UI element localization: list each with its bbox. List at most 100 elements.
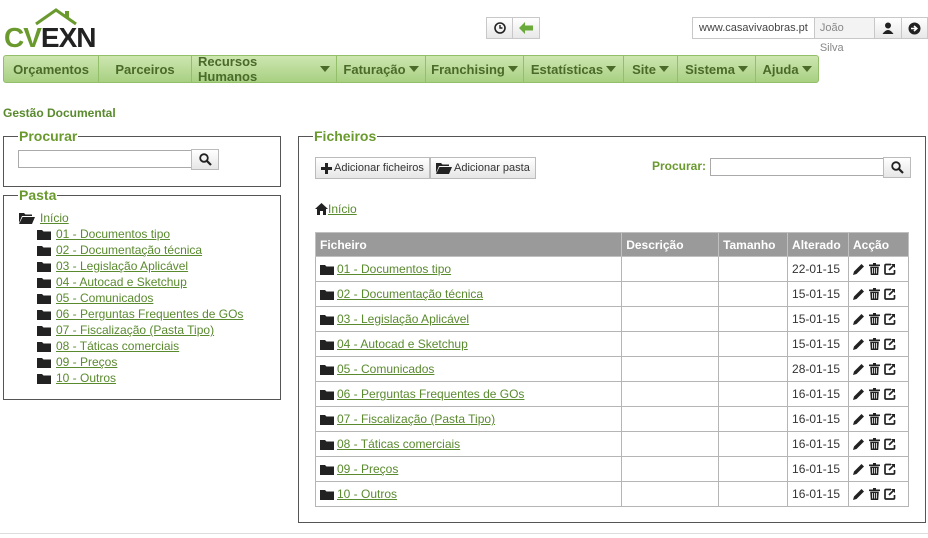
pencil-icon[interactable] [853, 263, 865, 275]
logo[interactable]: CVEXN [4, 8, 96, 52]
logout-button[interactable] [901, 17, 928, 39]
table-row[interactable]: 04 - Autocad e Sketchup 15-01-15 [314, 331, 909, 357]
tree-item-link[interactable]: 03 - Legislação Aplicável [56, 259, 188, 273]
add-folder-button[interactable]: Adicionar pasta [430, 157, 536, 179]
trash-icon[interactable] [869, 438, 881, 450]
tree-item-link[interactable]: 09 - Preços [56, 355, 117, 369]
home-icon [315, 203, 328, 215]
tree-item[interactable]: 07 - Fiscalização (Pasta Tipo) [19, 322, 243, 338]
file-link[interactable]: 04 - Autocad e Sketchup [337, 337, 468, 351]
move-icon[interactable] [884, 488, 896, 500]
tree-item-link[interactable]: 05 - Comunicados [56, 291, 153, 305]
move-icon[interactable] [884, 388, 896, 400]
file-link[interactable]: 05 - Comunicados [337, 362, 434, 376]
col-alterado[interactable]: Alterado [787, 232, 850, 257]
tree-item-link[interactable]: 02 - Documentação técnica [56, 243, 202, 257]
pencil-icon[interactable] [853, 338, 865, 350]
tree-item[interactable]: 03 - Legislação Aplicável [19, 258, 243, 274]
pencil-icon[interactable] [853, 413, 865, 425]
move-icon[interactable] [884, 263, 896, 275]
table-row[interactable]: 08 - Táticas comerciais 16-01-15 [314, 431, 909, 457]
tree-item[interactable]: 09 - Preços [19, 354, 243, 370]
col-descricao[interactable]: Descrição [621, 232, 720, 257]
move-icon[interactable] [884, 438, 896, 450]
profile-button[interactable] [875, 17, 902, 39]
nav-item-7[interactable]: Sistema [678, 55, 756, 83]
pencil-icon[interactable] [853, 438, 865, 450]
nav-item-0[interactable]: Orçamentos [3, 55, 99, 83]
tree-item-link[interactable]: 04 - Autocad e Sketchup [56, 275, 187, 289]
breadcrumb-home-link[interactable]: Início [328, 202, 357, 216]
cell-descricao [621, 281, 720, 307]
table-row[interactable]: 01 - Documentos tipo 22-01-15 [314, 256, 909, 282]
col-tamanho[interactable]: Tamanho [718, 232, 789, 257]
trash-icon[interactable] [869, 263, 881, 275]
file-search-button[interactable] [883, 157, 911, 178]
tree-item[interactable]: 01 - Documentos tipo [19, 226, 243, 242]
pencil-icon[interactable] [853, 363, 865, 375]
pencil-icon[interactable] [853, 288, 865, 300]
tree-item-link[interactable]: 01 - Documentos tipo [56, 227, 170, 241]
move-icon[interactable] [884, 463, 896, 475]
nav-item-6[interactable]: Site [624, 55, 678, 83]
tree-item[interactable]: 04 - Autocad e Sketchup [19, 274, 243, 290]
col-ficheiro[interactable]: Ficheiro [314, 232, 623, 257]
table-row[interactable]: 07 - Fiscalização (Pasta Tipo) 16-01-15 [314, 406, 909, 432]
tree-item[interactable]: 10 - Outros [19, 370, 243, 386]
tree-item[interactable]: 05 - Comunicados [19, 290, 243, 306]
nav-item-2[interactable]: Recursos Humanos [192, 54, 337, 84]
folder-search-input[interactable] [18, 150, 192, 168]
trash-icon[interactable] [869, 413, 881, 425]
tree-item-link[interactable]: 08 - Táticas comerciais [56, 339, 179, 353]
pencil-icon[interactable] [853, 388, 865, 400]
back-button[interactable] [513, 17, 540, 39]
pencil-icon[interactable] [853, 488, 865, 500]
move-icon[interactable] [884, 363, 896, 375]
tree-item[interactable]: 08 - Táticas comerciais [19, 338, 243, 354]
trash-icon[interactable] [869, 313, 881, 325]
trash-icon[interactable] [869, 388, 881, 400]
trash-icon[interactable] [869, 338, 881, 350]
nav-item-1[interactable]: Parceiros [99, 55, 192, 83]
tree-item-link[interactable]: 06 - Perguntas Frequentes de GOs [56, 307, 243, 321]
trash-icon[interactable] [869, 488, 881, 500]
site-link[interactable]: www.casavivaobras.pt [692, 17, 815, 39]
nav-item-5[interactable]: Estatísticas [524, 55, 624, 83]
pencil-icon[interactable] [853, 313, 865, 325]
tree-root-link[interactable]: Início [40, 211, 69, 225]
add-files-button[interactable]: Adicionar ficheiros [315, 157, 430, 179]
nav-item-4[interactable]: Franchising [426, 55, 524, 83]
table-row[interactable]: 02 - Documentação técnica 15-01-15 [314, 281, 909, 307]
table-row[interactable]: 10 - Outros 16-01-15 [314, 481, 909, 507]
table-row[interactable]: 03 - Legislação Aplicável 15-01-15 [314, 306, 909, 332]
file-link[interactable]: 07 - Fiscalização (Pasta Tipo) [337, 412, 495, 426]
file-link[interactable]: 09 - Preços [337, 462, 398, 476]
trash-icon[interactable] [869, 288, 881, 300]
file-link[interactable]: 06 - Perguntas Frequentes de GOs [337, 387, 524, 401]
trash-icon[interactable] [869, 463, 881, 475]
move-icon[interactable] [884, 288, 896, 300]
move-icon[interactable] [884, 413, 896, 425]
trash-icon[interactable] [869, 363, 881, 375]
move-icon[interactable] [884, 338, 896, 350]
file-link[interactable]: 08 - Táticas comerciais [337, 437, 460, 451]
pencil-icon[interactable] [853, 463, 865, 475]
table-row[interactable]: 09 - Preços 16-01-15 [314, 456, 909, 482]
folder-search-button[interactable] [191, 149, 219, 170]
table-row[interactable]: 05 - Comunicados 28-01-15 [314, 356, 909, 382]
file-link[interactable]: 01 - Documentos tipo [337, 262, 451, 276]
history-button[interactable] [486, 17, 513, 39]
tree-item[interactable]: 02 - Documentação técnica [19, 242, 243, 258]
file-link[interactable]: 02 - Documentação técnica [337, 287, 483, 301]
move-icon[interactable] [884, 313, 896, 325]
file-link[interactable]: 03 - Legislação Aplicável [337, 312, 469, 326]
tree-root[interactable]: Início [19, 210, 243, 226]
tree-item[interactable]: 06 - Perguntas Frequentes de GOs [19, 306, 243, 322]
tree-item-link[interactable]: 07 - Fiscalização (Pasta Tipo) [56, 323, 214, 337]
file-link[interactable]: 10 - Outros [337, 487, 397, 501]
nav-item-3[interactable]: Faturação [337, 55, 426, 83]
file-search-input[interactable] [710, 158, 884, 176]
table-row[interactable]: 06 - Perguntas Frequentes de GOs 16-01-15 [314, 381, 909, 407]
tree-item-link[interactable]: 10 - Outros [56, 371, 116, 385]
nav-item-8[interactable]: Ajuda [756, 55, 819, 83]
